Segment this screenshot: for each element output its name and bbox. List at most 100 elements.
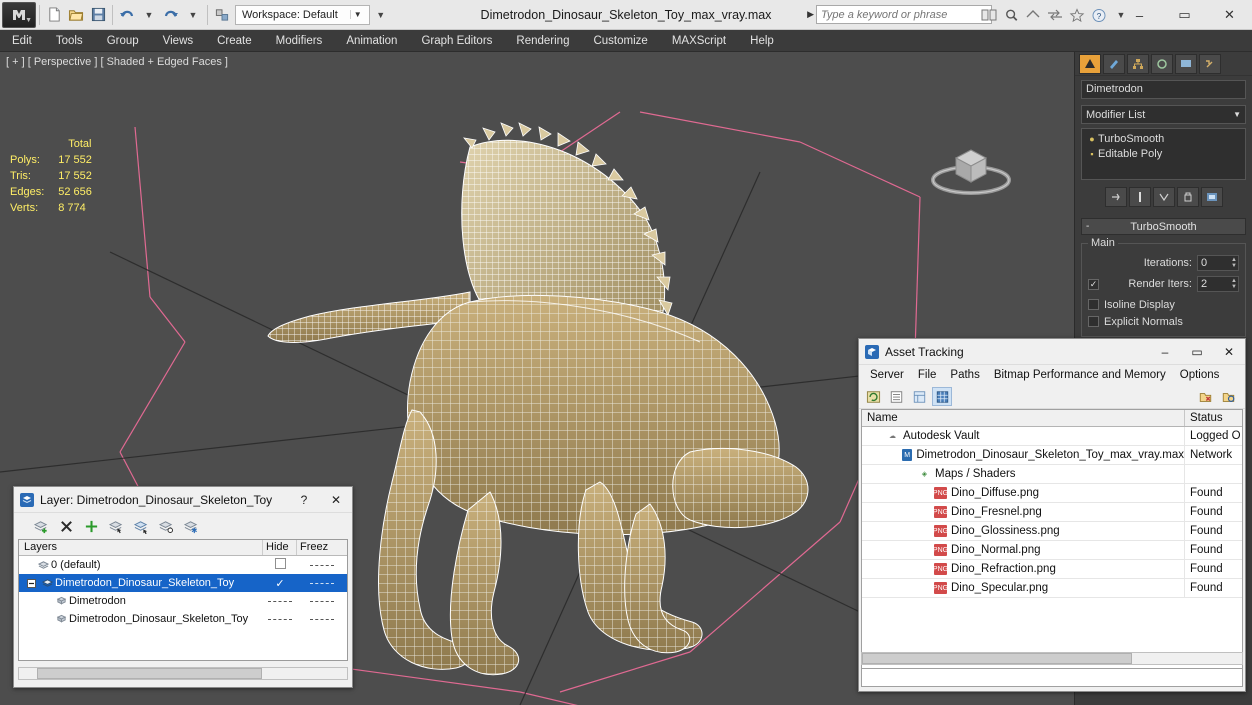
select-link-icon[interactable] [211,4,233,26]
motion-tab[interactable] [1151,53,1173,74]
search-icon[interactable] [1000,4,1022,26]
table-row[interactable]: PNG Dino_Diffuse.png Found [862,484,1242,503]
layer-freeze-cell[interactable] [297,559,347,571]
isoline-display-checkbox[interactable] [1088,299,1099,310]
pin-stack-icon[interactable] [1104,187,1127,207]
open-icon[interactable] [65,4,87,26]
asset-tracking-table[interactable]: Name Status ☁ Autodesk Vault Logged O M Di… [861,409,1243,679]
at-menu-file[interactable]: File [911,366,944,384]
menu-item-modifiers[interactable]: Modifiers [264,30,335,52]
layer-hide-cell[interactable] [263,558,297,572]
layer-window[interactable]: Layer: Dimetrodon_Dinosaur_Skeleton_Toy … [13,486,353,688]
make-unique-icon[interactable] [1152,187,1175,207]
spinner-arrows-icon[interactable]: ▲ ▼ [1231,257,1237,269]
isoline-display-row[interactable]: Isoline Display [1088,296,1239,313]
create-tab[interactable] [1079,53,1101,74]
modifier-stack[interactable]: ● TurboSmooth ▪ Editable Poly [1081,128,1246,180]
freeze-unfreeze-icon[interactable] [182,517,200,535]
find-asset-icon[interactable] [1195,387,1215,406]
list-view-icon[interactable] [886,387,906,406]
autodesk-a360-icon[interactable] [1022,4,1044,26]
help-icon[interactable]: ? [1088,4,1110,26]
exchange-icon[interactable] [1044,4,1066,26]
chevron-down-icon[interactable]: ▼ [349,10,365,19]
menu-item-rendering[interactable]: Rendering [504,30,581,52]
modifier-stack-item-turbosmooth[interactable]: ● TurboSmooth [1084,131,1243,146]
iterations-spinner[interactable]: 0 ▲ ▼ [1197,255,1239,271]
at-menu-bitmap-performance[interactable]: Bitmap Performance and Memory [987,366,1173,384]
workspace-selector[interactable]: Workspace: Default ▼ [235,4,370,25]
lightbulb-icon[interactable]: ● [1086,134,1098,144]
rollout-header[interactable]: - TurboSmooth [1081,218,1246,235]
asset-tracking-maximize[interactable]: ▭ [1181,339,1213,364]
object-freeze-cell[interactable] [297,595,347,607]
column-header-hide[interactable]: Hide [263,540,297,555]
layer-row-default[interactable]: 0 (default) [19,556,347,574]
menu-item-views[interactable]: Views [151,30,205,52]
viewport-label[interactable]: [ + ] [ Perspective ] [ Shaded + Edged F… [6,56,228,68]
search-input[interactable] [816,5,992,24]
column-header-status[interactable]: Status [1185,410,1242,426]
redo-dropdown-icon[interactable]: ▼ [182,4,204,26]
close-button[interactable]: ✕ [1207,0,1252,30]
column-header-layers[interactable]: Layers [19,540,263,555]
explicit-normals-checkbox[interactable] [1088,316,1099,327]
chevron-down-icon[interactable]: ▼ [1233,110,1241,119]
layer-window-titlebar[interactable]: Layer: Dimetrodon_Dinosaur_Skeleton_Toy … [14,487,352,513]
render-iters-checkbox[interactable]: ✓ [1088,278,1099,290]
add-selection-icon[interactable] [82,517,100,535]
undo-dropdown-icon[interactable]: ▼ [138,4,160,26]
remove-modifier-icon[interactable] [1176,187,1199,207]
save-icon[interactable] [87,4,109,26]
asset-options-icon[interactable] [1218,387,1238,406]
utilities-tab[interactable] [1199,53,1221,74]
layer-hide-cell[interactable]: ✓ [263,577,297,590]
at-menu-options[interactable]: Options [1173,366,1227,384]
scrollbar-thumb[interactable] [37,668,262,679]
book-icon[interactable] [978,4,1000,26]
hide-checkbox[interactable] [274,558,286,569]
select-objects-icon[interactable] [107,517,125,535]
search-expand-icon[interactable]: ▶ [807,9,814,20]
object-freeze-cell[interactable] [297,613,347,625]
refresh-icon[interactable] [863,387,883,406]
delete-layer-icon[interactable] [57,517,75,535]
menu-item-create[interactable]: Create [205,30,264,52]
object-hide-cell[interactable] [263,595,297,607]
table-row[interactable]: PNG Dino_Specular.png Found [862,579,1242,598]
menu-item-tools[interactable]: Tools [44,30,95,52]
modifier-stack-item-editable-poly[interactable]: ▪ Editable Poly [1084,146,1243,161]
workspace-dropdown-icon[interactable]: ▼ [370,4,392,26]
table-row[interactable]: PNG Dino_Fresnel.png Found [862,503,1242,522]
minimize-button[interactable]: – [1117,0,1162,30]
layer-child-row[interactable]: Dimetrodon [19,592,347,610]
menu-item-graph-editors[interactable]: Graph Editors [409,30,504,52]
table-row[interactable]: ☁ Autodesk Vault Logged O [862,427,1242,446]
layer-freeze-cell[interactable] [297,577,347,589]
select-highlight-icon[interactable] [132,517,150,535]
explicit-normals-row[interactable]: Explicit Normals [1088,313,1239,330]
table-row[interactable]: ◈ Maps / Shaders [862,465,1242,484]
layer-table[interactable]: Layers Hide Freez 0 (default) Dimetrodon… [18,539,348,661]
configure-modifier-sets-icon[interactable] [1200,187,1223,207]
new-icon[interactable] [43,4,65,26]
layer-close-button[interactable]: ✕ [320,487,352,512]
column-header-name[interactable]: Name [862,410,1185,426]
asset-tracking-close[interactable]: ✕ [1213,339,1245,364]
menu-item-maxscript[interactable]: MAXScript [660,30,738,52]
grid-view-icon[interactable] [932,387,952,406]
view-cube[interactable] [926,130,1016,202]
redo-icon[interactable] [160,4,182,26]
table-row[interactable]: PNG Dino_Normal.png Found [862,541,1242,560]
render-iters-spinner[interactable]: 2 ▲ ▼ [1197,276,1239,292]
layer-help-button[interactable]: ? [288,487,320,512]
modify-tab[interactable] [1103,53,1125,74]
asset-tracking-titlebar[interactable]: Asset Tracking – ▭ ✕ [859,339,1245,365]
menu-item-animation[interactable]: Animation [334,30,409,52]
create-layer-icon[interactable] [32,517,50,535]
layer-child-row[interactable]: Dimetrodon_Dinosaur_Skeleton_Toy [19,610,347,628]
asset-tracking-minimize[interactable]: – [1149,339,1181,364]
object-name-field[interactable]: Dimetrodon [1081,80,1246,99]
detail-view-icon[interactable] [909,387,929,406]
display-tab[interactable] [1175,53,1197,74]
